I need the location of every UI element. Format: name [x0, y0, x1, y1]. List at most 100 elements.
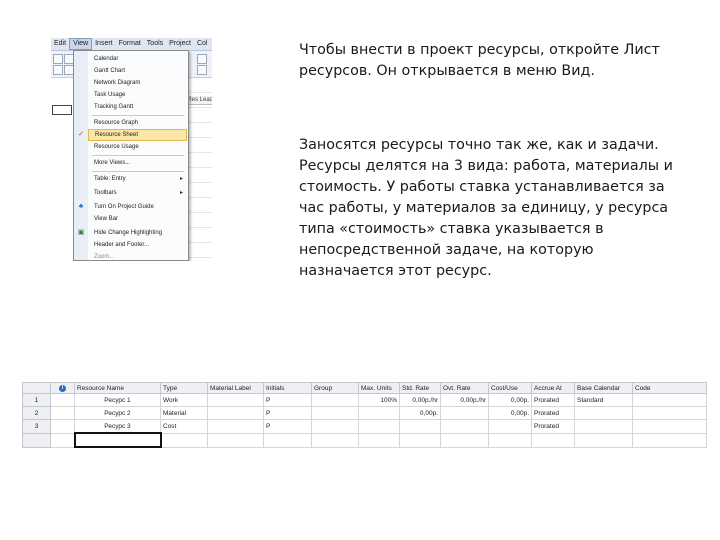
resource-name-cell[interactable]: Ресурс 3 — [74, 419, 161, 434]
group-cell[interactable] — [311, 393, 359, 407]
accrue-at-cell[interactable]: Prorated — [531, 406, 575, 420]
type-cell[interactable]: Material — [160, 406, 208, 420]
column-header-initials[interactable]: Initials — [263, 382, 312, 394]
ovt-rate-cell[interactable] — [440, 406, 489, 420]
menu-item-header-footer[interactable]: Header and Footer... — [88, 239, 187, 251]
row-number[interactable]: 3 — [22, 419, 51, 434]
menu-project[interactable]: Project — [166, 38, 194, 50]
menu-item-project-guide[interactable]: Turn On Project Guide — [88, 201, 187, 213]
column-header-type[interactable]: Type — [160, 382, 208, 394]
row-number[interactable]: 2 — [22, 406, 51, 420]
resource-name-cell[interactable]: Ресурс 2 — [74, 406, 161, 420]
code-cell[interactable] — [632, 393, 707, 407]
max-units-cell[interactable]: 100% — [358, 393, 400, 407]
cost-use-cell[interactable] — [488, 432, 532, 448]
menu-item-view-bar[interactable]: View Bar — [88, 213, 187, 225]
type-cell[interactable]: Work — [160, 393, 208, 407]
base-calendar-cell[interactable] — [574, 419, 633, 434]
menu-item-resource-graph[interactable]: Resource Graph — [88, 117, 187, 129]
menu-item-tracking-gantt[interactable]: Tracking Gantt — [88, 101, 187, 113]
selected-cell[interactable] — [73, 432, 162, 448]
max-units-cell[interactable] — [358, 406, 400, 420]
menu-item-task-usage[interactable]: Task Usage — [88, 89, 187, 101]
base-calendar-cell[interactable] — [574, 432, 633, 448]
menu-item-network-diagram[interactable]: Network Diagram — [88, 77, 187, 89]
code-cell[interactable] — [632, 419, 707, 434]
max-units-cell[interactable] — [358, 419, 400, 434]
column-header-accrue-at[interactable]: Accrue At — [531, 382, 575, 394]
menu-item-zoom[interactable]: Zoom... — [88, 251, 187, 261]
code-cell[interactable] — [632, 432, 707, 448]
column-header-ovt-rate[interactable]: Ovt. Rate — [440, 382, 489, 394]
menu-item-gantt-chart[interactable]: Gantt Chart — [88, 65, 187, 77]
cost-use-cell[interactable] — [488, 419, 532, 434]
menu-tools[interactable]: Tools — [144, 38, 166, 50]
base-calendar-cell[interactable]: Standard — [574, 393, 633, 407]
material-label-cell[interactable] — [207, 393, 264, 407]
code-cell[interactable] — [632, 406, 707, 420]
material-label-cell[interactable] — [207, 406, 264, 420]
column-header-material-label[interactable]: Material Label — [207, 382, 264, 394]
std-rate-cell[interactable]: 0,00р./hr — [399, 393, 441, 407]
submenu-arrow-icon: ▸ — [179, 190, 183, 196]
toolbar-extra-icon[interactable] — [197, 65, 207, 75]
table-row[interactable]: 3 Ресурс 3 Cost Р Prorated — [22, 419, 707, 434]
toolbar-options-icon[interactable] — [197, 54, 207, 64]
accrue-at-cell[interactable]: Prorated — [531, 393, 575, 407]
menu-item-resource-usage[interactable]: Resource Usage — [88, 141, 187, 153]
table-row-empty[interactable] — [22, 432, 707, 448]
ovt-rate-cell[interactable]: 0,00р./hr — [440, 393, 489, 407]
column-header-code[interactable]: Code — [632, 382, 707, 394]
row-number[interactable]: 1 — [22, 393, 51, 407]
cost-use-cell[interactable]: 0,00р. — [488, 393, 532, 407]
type-cell[interactable] — [160, 432, 208, 448]
max-units-cell[interactable] — [358, 432, 400, 448]
menu-item-toolbars[interactable]: Toolbars ▸ — [88, 187, 187, 199]
group-cell[interactable] — [311, 419, 359, 434]
indicator-cell — [50, 393, 75, 407]
new-icon[interactable] — [53, 54, 63, 64]
menu-item-resource-sheet[interactable]: Resource Sheet — [88, 129, 187, 141]
indent-icon[interactable] — [53, 65, 63, 75]
material-label-cell[interactable] — [207, 419, 264, 434]
material-label-cell[interactable] — [207, 432, 264, 448]
menu-view[interactable]: View — [69, 38, 93, 50]
base-calendar-cell[interactable] — [574, 406, 633, 420]
row-indicator — [52, 105, 72, 115]
menu-item-table[interactable]: Table: Entry ▸ — [88, 173, 187, 185]
accrue-at-cell[interactable] — [531, 432, 575, 448]
menu-edit[interactable]: Edit — [51, 38, 69, 50]
cost-use-cell[interactable]: 0,00р. — [488, 406, 532, 420]
menu-item-calendar[interactable]: Calendar — [88, 53, 187, 65]
menu-collaborate[interactable]: Col — [194, 38, 211, 50]
column-header-resource-name[interactable]: Resource Name — [74, 382, 161, 394]
resource-name-cell[interactable]: Ресурс 1 — [74, 393, 161, 407]
accrue-at-cell[interactable]: Prorated — [531, 419, 575, 434]
column-header-base-calendar[interactable]: Base Calendar — [574, 382, 633, 394]
table-row[interactable]: 1 Ресурс 1 Work Р 100% 0,00р./hr 0,00р./… — [22, 393, 707, 407]
menu-item-more-views[interactable]: More Views... — [88, 157, 187, 169]
column-header-std-rate[interactable]: Std. Rate — [399, 382, 441, 394]
group-cell[interactable] — [311, 432, 359, 448]
std-rate-cell[interactable] — [399, 419, 441, 434]
initials-cell[interactable]: Р — [263, 419, 312, 434]
std-rate-cell[interactable] — [399, 432, 441, 448]
table-row[interactable]: 2 Ресурс 2 Material Р 0,00р. 0,00р. Pror… — [22, 406, 707, 420]
menu-insert[interactable]: Insert — [92, 38, 116, 50]
column-header-group[interactable]: Group — [311, 382, 359, 394]
group-cell[interactable] — [311, 406, 359, 420]
column-header-max-units[interactable]: Max. Units — [358, 382, 400, 394]
ovt-rate-cell[interactable] — [440, 432, 489, 448]
initials-cell[interactable]: Р — [263, 406, 312, 420]
initials-cell[interactable] — [263, 432, 312, 448]
column-header-rownum[interactable] — [22, 382, 51, 394]
menu-item-change-highlighting[interactable]: Hide Change Highlighting — [88, 227, 187, 239]
initials-cell[interactable]: Р — [263, 393, 312, 407]
menu-format[interactable]: Format — [116, 38, 144, 50]
std-rate-cell[interactable]: 0,00р. — [399, 406, 441, 420]
ovt-rate-cell[interactable] — [440, 419, 489, 434]
column-header-indicators[interactable]: i — [50, 382, 75, 394]
type-cell[interactable]: Cost — [160, 419, 208, 434]
row-number[interactable] — [22, 432, 51, 448]
column-header-cost-use[interactable]: Cost/Use — [488, 382, 532, 394]
